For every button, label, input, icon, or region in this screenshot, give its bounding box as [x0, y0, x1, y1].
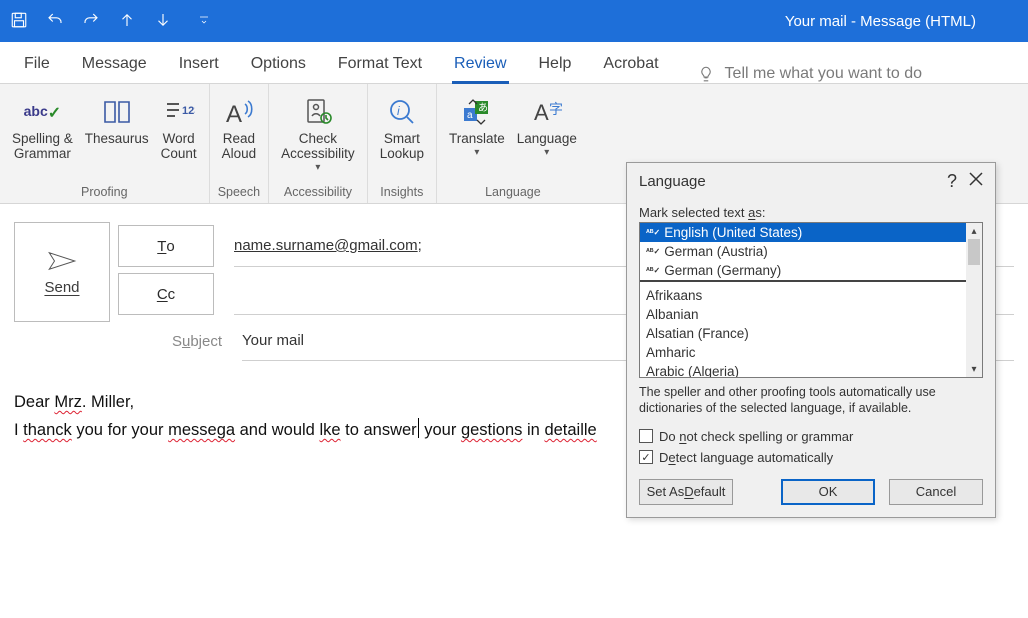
- checkbox-detect-language[interactable]: ✓ Detect language automatically: [639, 450, 983, 465]
- language-listbox[interactable]: ᴬᴮ✓English (United States) ᴬᴮ✓German (Au…: [639, 222, 983, 378]
- language-item[interactable]: Afrikaans: [640, 286, 966, 305]
- word-count-icon: 123: [163, 96, 195, 128]
- set-default-button[interactable]: Set As Default: [639, 479, 733, 505]
- group-label: Proofing: [6, 185, 203, 203]
- quick-access-toolbar: [10, 11, 210, 32]
- svg-text:あ: あ: [478, 102, 488, 114]
- svg-text:123: 123: [182, 105, 195, 117]
- undo-icon[interactable]: [46, 11, 64, 32]
- tab-options[interactable]: Options: [235, 45, 322, 83]
- group-insights: i SmartLookup Insights: [368, 84, 437, 203]
- group-accessibility: CheckAccessibility Accessibility: [269, 84, 368, 203]
- tell-me-label: Tell me what you want to do: [725, 65, 922, 83]
- group-speech: A ReadAloud Speech: [210, 84, 270, 203]
- cancel-button[interactable]: Cancel: [889, 479, 983, 505]
- translate-button[interactable]: aあ Translate: [443, 90, 511, 160]
- dialog-title: Language: [639, 173, 706, 190]
- tab-help[interactable]: Help: [523, 45, 588, 83]
- bulb-icon: [697, 65, 715, 83]
- to-button[interactable]: ToTo: [118, 225, 214, 267]
- group-proofing: abc✓ Spelling &Grammar Thesaurus 123 Wor…: [0, 84, 210, 203]
- dialog-close-button[interactable]: [969, 172, 983, 190]
- word-count-button[interactable]: 123 WordCount: [155, 90, 203, 164]
- svg-text:a: a: [467, 110, 473, 121]
- ok-button[interactable]: OK: [781, 479, 875, 505]
- subject-label: SubjectSubject: [118, 333, 222, 350]
- group-label: Language: [443, 185, 583, 203]
- tab-insert[interactable]: Insert: [163, 45, 235, 83]
- svg-text:i: i: [397, 104, 400, 118]
- scroll-up-icon[interactable]: ▴: [971, 223, 976, 239]
- mark-text-label: Mark selected text as:: [639, 205, 983, 220]
- window-title: Your mail - Message (HTML): [210, 13, 1018, 30]
- tab-file[interactable]: File: [8, 45, 66, 83]
- language-item[interactable]: Arabic (Algeria): [640, 362, 966, 377]
- group-label: Insights: [374, 185, 430, 203]
- checkbox-icon: [639, 429, 653, 443]
- save-icon[interactable]: [10, 11, 28, 32]
- arrow-down-icon[interactable]: [154, 11, 172, 32]
- listbox-scrollbar[interactable]: ▴ ▾: [966, 223, 982, 377]
- title-bar: Your mail - Message (HTML): [0, 0, 1028, 42]
- checkbox-checked-icon: ✓: [639, 450, 653, 464]
- spelling-grammar-button[interactable]: abc✓ Spelling &Grammar: [6, 90, 79, 164]
- group-language: aあ Translate A字 Language Language: [437, 84, 589, 203]
- tab-review[interactable]: Review: [438, 45, 522, 83]
- language-button[interactable]: A字 Language: [511, 90, 583, 160]
- svg-text:A: A: [226, 101, 242, 128]
- tell-me-search[interactable]: Tell me what you want to do: [697, 65, 922, 83]
- book-open-icon: [101, 96, 133, 128]
- language-item[interactable]: ᴬᴮ✓German (Germany): [640, 261, 966, 280]
- cc-button[interactable]: CcCc: [118, 273, 214, 315]
- scroll-thumb[interactable]: [968, 239, 980, 265]
- thesaurus-button[interactable]: Thesaurus: [79, 90, 155, 149]
- tab-format-text[interactable]: Format Text: [322, 45, 438, 83]
- smart-lookup-button[interactable]: i SmartLookup: [374, 90, 430, 164]
- smart-lookup-icon: i: [386, 96, 418, 128]
- ribbon-tabs: File Message Insert Options Format Text …: [0, 42, 1028, 84]
- accessibility-icon: [302, 96, 334, 128]
- redo-icon[interactable]: [82, 11, 100, 32]
- checkbox-do-not-check[interactable]: Do not check spelling or grammar: [639, 429, 983, 444]
- text-cursor: [418, 418, 419, 438]
- dialog-info-text: The speller and other proofing tools aut…: [639, 384, 983, 417]
- read-aloud-button[interactable]: A ReadAloud: [216, 90, 263, 164]
- scroll-down-icon[interactable]: ▾: [971, 361, 976, 377]
- language-item[interactable]: ᴬᴮ✓German (Austria): [640, 242, 966, 261]
- svg-text:字: 字: [549, 101, 563, 117]
- language-icon: A字: [531, 96, 563, 128]
- send-icon: [47, 249, 77, 273]
- tab-message[interactable]: Message: [66, 45, 163, 83]
- language-item[interactable]: Amharic: [640, 343, 966, 362]
- check-accessibility-button[interactable]: CheckAccessibility: [275, 90, 361, 175]
- language-item-selected[interactable]: ᴬᴮ✓English (United States): [640, 223, 966, 242]
- svg-text:A: A: [534, 100, 549, 125]
- abc-check-icon: abc✓: [24, 103, 62, 121]
- customize-qat-icon[interactable]: [198, 13, 210, 29]
- tab-acrobat[interactable]: Acrobat: [587, 45, 674, 83]
- language-item[interactable]: Albanian: [640, 305, 966, 324]
- close-icon: [969, 172, 983, 186]
- translate-icon: aあ: [461, 96, 493, 128]
- arrow-up-icon[interactable]: [118, 11, 136, 32]
- read-aloud-icon: A: [223, 96, 255, 128]
- group-label: Accessibility: [275, 185, 361, 203]
- group-label: Speech: [216, 185, 263, 203]
- recipient-address[interactable]: name.surname@gmail.com: [234, 237, 418, 254]
- send-button[interactable]: SSendend: [14, 222, 110, 322]
- language-dialog: Language ? Mark selected text as: ᴬᴮ✓Eng…: [626, 162, 996, 518]
- language-item[interactable]: Alsatian (France): [640, 324, 966, 343]
- dialog-help-button[interactable]: ?: [935, 171, 969, 192]
- dialog-title-bar: Language ?: [627, 163, 995, 199]
